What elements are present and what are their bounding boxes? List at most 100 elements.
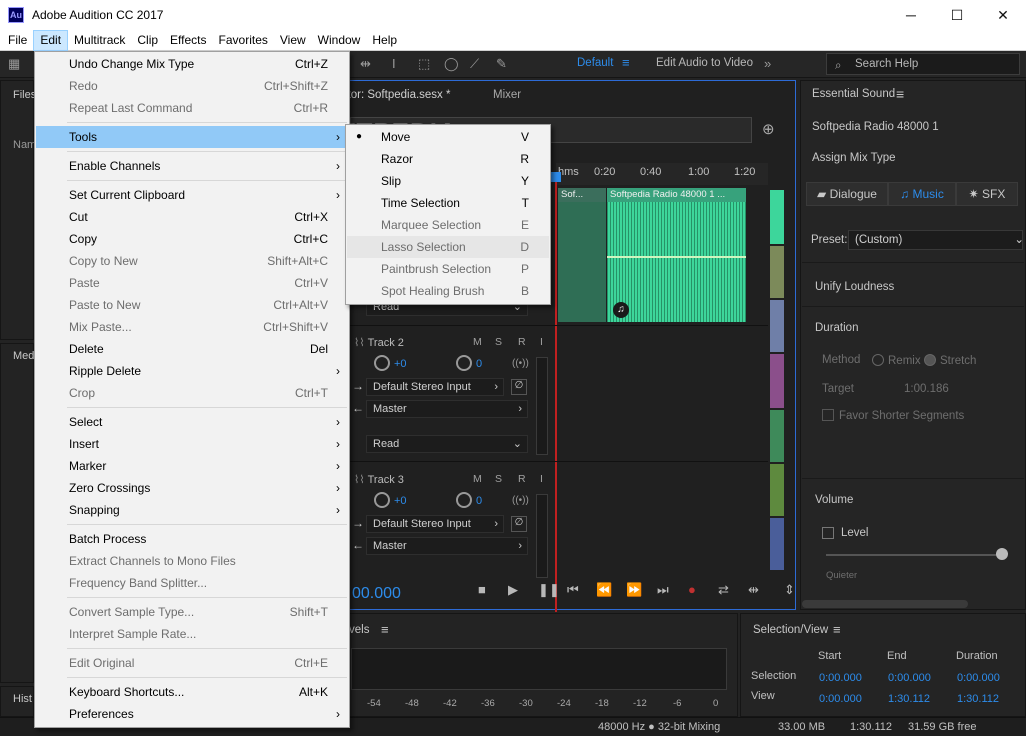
menu-clip[interactable]: Clip (131, 30, 164, 51)
level-slider-handle[interactable] (996, 548, 1008, 560)
go-to-end-icon[interactable]: ⏭ (657, 582, 669, 598)
maximize-button[interactable]: ☐ (934, 0, 980, 30)
stereo-icon[interactable]: ((•)) (512, 358, 529, 369)
mix-type-sfx-button[interactable]: ✷ SFX (956, 182, 1018, 206)
menu-edit[interactable]: Edit (33, 29, 69, 51)
duration-label[interactable]: Duration (815, 322, 858, 334)
mix-type-music-button[interactable]: ♫ Music (888, 182, 956, 206)
close-button[interactable]: ✕ (980, 0, 1026, 30)
panel-scrollbar[interactable] (802, 600, 968, 608)
selection-duration[interactable]: 0:00.000 (957, 672, 1000, 684)
menu-item-keyboard-shortcuts[interactable]: Keyboard Shortcuts... Alt+K (36, 681, 348, 703)
favor-shorter-checkbox[interactable] (822, 409, 834, 421)
track-name-label[interactable]: Track 2 (368, 337, 404, 349)
stereo-icon[interactable]: ((•)) (512, 495, 529, 506)
track-input-select[interactable]: Default Stereo Input › (366, 378, 504, 396)
menu-item-copy-to-new[interactable]: Copy to New Shift+Alt+C (36, 250, 348, 272)
menu-multitrack[interactable]: Multitrack (68, 30, 131, 51)
menu-item-extract-channels[interactable]: Extract Channels to Mono Files (36, 550, 348, 572)
menu-item-convert-sample-type[interactable]: Convert Sample Type... Shift+T (36, 601, 348, 623)
menu-item-frequency-splitter[interactable]: Frequency Band Splitter... (36, 572, 348, 594)
chevron-right-icon[interactable]: » (764, 56, 771, 71)
skip-selection-icon[interactable]: ⇹ (748, 582, 759, 598)
stop-icon[interactable]: ■ (478, 582, 486, 597)
menu-view[interactable]: View (274, 30, 312, 51)
menu-item-zero-crossings[interactable]: Zero Crossings › (36, 477, 348, 499)
tab-editor[interactable]: itor: Softpedia.sesx * (345, 89, 450, 101)
grid-icon[interactable]: ▦ (8, 56, 20, 72)
menu-item-marker[interactable]: Marker › (36, 455, 348, 477)
playhead[interactable] (555, 172, 557, 612)
track-output-select[interactable]: Master › (366, 400, 528, 418)
loop-icon[interactable]: ⇄ (718, 582, 729, 598)
remix-radio[interactable] (872, 354, 884, 366)
solo-button[interactable]: S (495, 473, 502, 485)
menu-item-snapping[interactable]: Snapping › (36, 499, 348, 521)
pan-knob[interactable] (456, 355, 472, 371)
level-checkbox[interactable] (822, 527, 834, 539)
menu-item-ripple-delete[interactable]: Ripple Delete › (36, 360, 348, 382)
tool-marquee-selection[interactable]: Marquee Selection E (347, 214, 549, 236)
phase-invert-icon[interactable]: ∅ (511, 379, 527, 395)
marquee-tool-icon[interactable]: ⬚ (418, 56, 430, 72)
volume-knob[interactable] (374, 492, 390, 508)
play-icon[interactable]: ▶ (508, 582, 518, 598)
unify-loudness-label[interactable]: Unify Loudness (815, 281, 894, 293)
menu-item-paste-to-new[interactable]: Paste to New Ctrl+Alt+V (36, 294, 348, 316)
pan-knob[interactable] (456, 492, 472, 508)
level-slider-track[interactable] (826, 554, 1004, 556)
menu-item-redo[interactable]: Redo Ctrl+Shift+Z (36, 75, 348, 97)
track-name-label[interactable]: Track 3 (368, 474, 404, 486)
tool-lasso-selection[interactable]: Lasso Selection D (347, 236, 549, 258)
healing-tool-icon[interactable]: ✎ (496, 56, 507, 72)
tool-time-selection[interactable]: Time Selection T (347, 192, 549, 214)
menu-item-set-clipboard[interactable]: Set Current Clipboard › (36, 184, 348, 206)
menu-effects[interactable]: Effects (164, 30, 212, 51)
pan-value[interactable]: 0 (476, 495, 482, 507)
menu-item-enable-channels[interactable]: Enable Channels › (36, 155, 348, 177)
volume-label[interactable]: Volume (815, 494, 853, 506)
menu-item-preferences[interactable]: Preferences › (36, 703, 348, 725)
mute-button[interactable]: M (473, 336, 482, 348)
zoom-icon[interactable]: ⊕ (762, 120, 775, 138)
menu-item-copy[interactable]: Copy Ctrl+C (36, 228, 348, 250)
panel-menu-icon[interactable]: ≡ (896, 86, 904, 102)
menu-item-crop[interactable]: Crop Ctrl+T (36, 382, 348, 404)
menu-item-undo[interactable]: Undo Change Mix Type Ctrl+Z (36, 53, 348, 75)
current-time-display[interactable]: 00.000 (352, 585, 401, 603)
solo-button[interactable]: S (495, 336, 502, 348)
menu-favorites[interactable]: Favorites (213, 30, 274, 51)
menu-item-delete[interactable]: Delete Del (36, 338, 348, 360)
phase-invert-icon[interactable]: ∅ (511, 516, 527, 532)
view-duration[interactable]: 1:30.112 (957, 693, 999, 705)
brush-tool-icon[interactable]: ⟋ (470, 56, 479, 72)
text-cursor-tool-icon[interactable]: I (392, 56, 396, 71)
stretch-radio[interactable] (924, 354, 936, 366)
rewind-icon[interactable]: ⏪ (596, 582, 612, 598)
track-input-select[interactable]: Default Stereo Input › (366, 515, 504, 533)
record-icon[interactable]: ● (688, 582, 696, 597)
input-monitor-button[interactable]: I (540, 336, 543, 348)
mix-type-dialogue-button[interactable]: ▰ Dialogue (806, 182, 888, 206)
time-ruler[interactable]: hms 0:20 0:40 1:00 1:20 (556, 163, 768, 185)
input-monitor-button[interactable]: I (540, 473, 543, 485)
fast-forward-icon[interactable]: ⏩ (626, 582, 642, 598)
volume-value[interactable]: +0 (394, 495, 407, 507)
volume-value[interactable]: +0 (394, 358, 407, 370)
go-to-start-icon[interactable]: ⏮ (567, 582, 579, 598)
menu-item-edit-original[interactable]: Edit Original Ctrl+E (36, 652, 348, 674)
volume-knob[interactable] (374, 355, 390, 371)
menu-item-mix-paste[interactable]: Mix Paste... Ctrl+Shift+V (36, 316, 348, 338)
lasso-tool-icon[interactable]: ◯ (444, 56, 459, 72)
menu-window[interactable]: Window (312, 30, 367, 51)
record-arm-button[interactable]: R (518, 336, 526, 348)
selection-end[interactable]: 0:00.000 (888, 672, 931, 684)
record-arm-button[interactable]: R (518, 473, 526, 485)
tool-move[interactable]: ● Move V (347, 126, 549, 148)
pan-value[interactable]: 0 (476, 358, 482, 370)
zoom-fit-icon[interactable]: ⇕ (784, 582, 795, 598)
menu-item-repeat-last[interactable]: Repeat Last Command Ctrl+R (36, 97, 348, 119)
minimize-button[interactable]: ─ (888, 0, 934, 30)
workspace-default[interactable]: Default (577, 57, 613, 69)
target-value[interactable]: 1:00.186 (904, 383, 949, 395)
